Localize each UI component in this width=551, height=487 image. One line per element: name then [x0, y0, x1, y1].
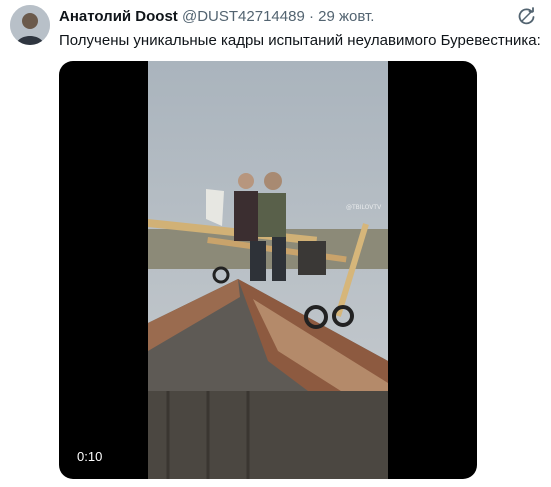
- author-name[interactable]: Анатолий Doost: [59, 8, 178, 25]
- video-frame[interactable]: @TBILOVTV: [148, 61, 388, 479]
- tweet-text: Получены уникальные кадры испытаний неул…: [59, 32, 541, 49]
- tweet-header: Анатолий Doost @DUST42714489 · 29 жовт.: [59, 8, 511, 26]
- tweet-date[interactable]: 29 жовт.: [318, 8, 374, 25]
- author-handle[interactable]: @DUST42714489: [182, 8, 305, 25]
- header-separator: ·: [308, 8, 314, 25]
- video-thumbnail: [148, 61, 388, 479]
- refresh-circle-icon[interactable]: [517, 6, 537, 26]
- author-avatar[interactable]: [10, 5, 50, 45]
- avatar-image: [10, 5, 50, 45]
- video-watermark: @TBILOVTV: [346, 204, 382, 211]
- video-player[interactable]: @TBILOVTV 0:10: [59, 61, 477, 479]
- video-duration: 0:10: [71, 447, 109, 467]
